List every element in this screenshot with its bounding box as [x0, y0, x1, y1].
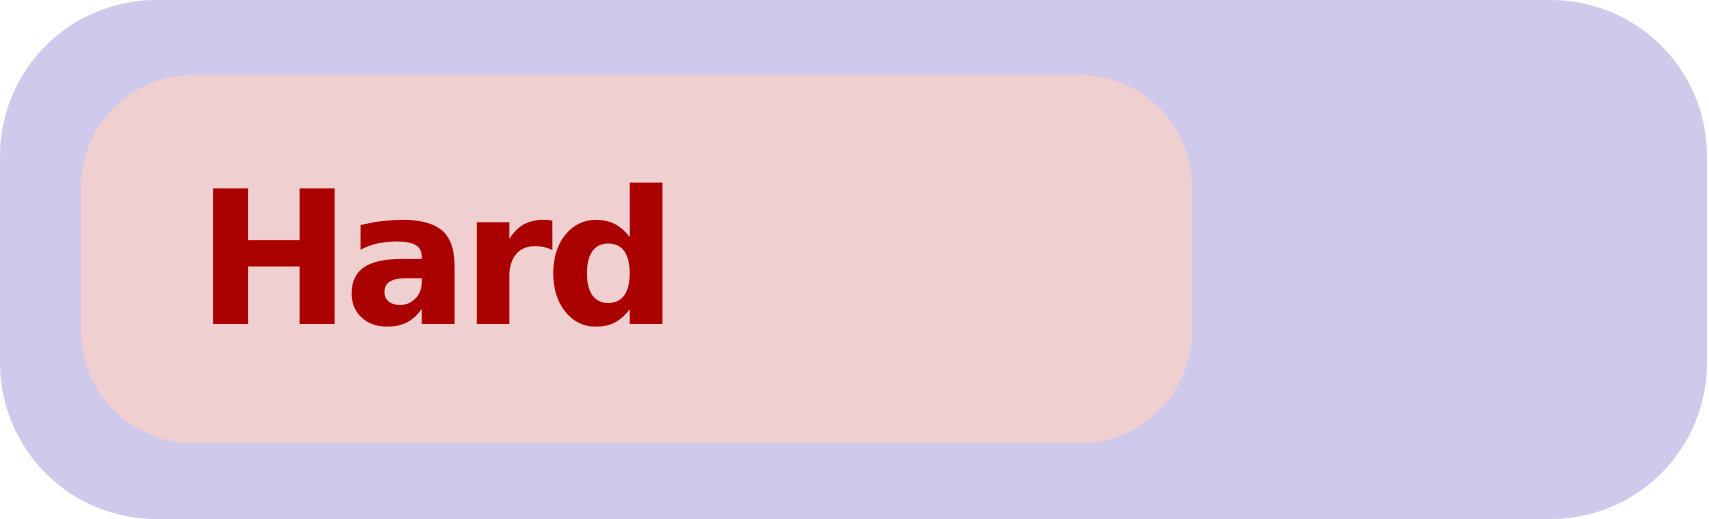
difficulty-label: Hard	[196, 151, 678, 368]
difficulty-badge: Hard	[81, 75, 1192, 443]
difficulty-container: Hard	[0, 0, 1707, 519]
